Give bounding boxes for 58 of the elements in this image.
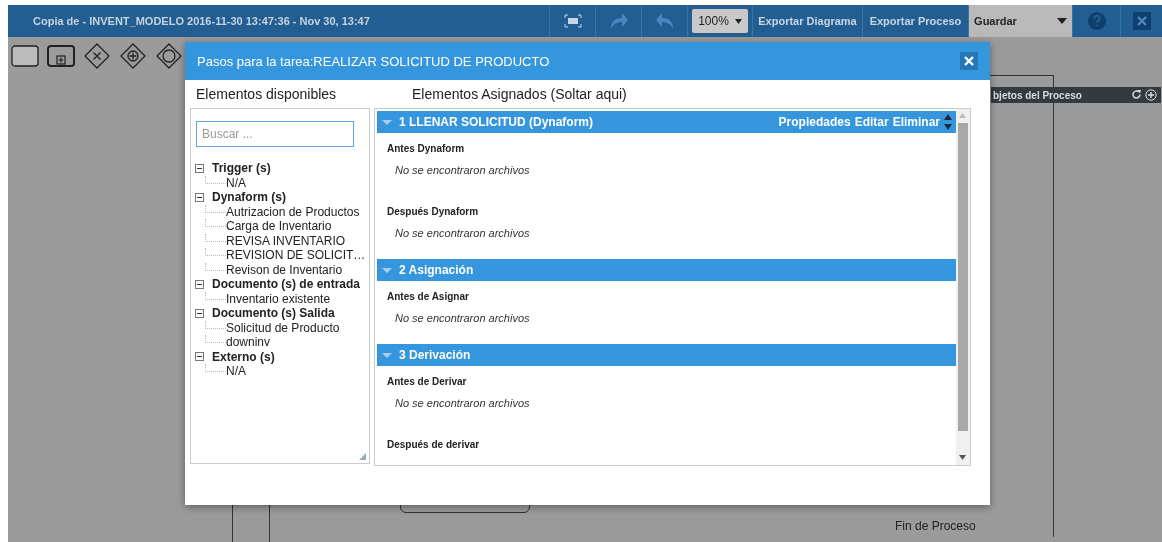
- scroll-down-icon[interactable]: [959, 455, 966, 460]
- section-label: Después de derivar: [387, 439, 480, 450]
- empty-message: No se encontraron archivos: [395, 164, 530, 176]
- tree-item[interactable]: N/A: [226, 364, 246, 379]
- save-button[interactable]: Guardar: [968, 5, 1072, 37]
- undo-icon: [654, 12, 675, 30]
- collapse-icon[interactable]: [195, 352, 204, 362]
- tree-group[interactable]: Trigger (s): [212, 161, 271, 176]
- inclusive-gateway-icon[interactable]: [155, 42, 183, 70]
- collapse-icon[interactable]: [195, 279, 204, 289]
- empty-message: No se encontraron archivos: [395, 312, 530, 324]
- section-label: Después Dynaform: [387, 206, 479, 217]
- scrollbar[interactable]: [956, 109, 970, 465]
- fit-screen-icon: [563, 14, 582, 28]
- collapse-icon[interactable]: [195, 163, 204, 173]
- refresh-icon[interactable]: [1131, 89, 1142, 100]
- empty-message: No se encontraron archivos: [395, 397, 530, 409]
- column-heading: Elementos Asignados (Soltar aqui): [411, 86, 628, 104]
- section-label: Antes Dynaform: [387, 143, 465, 154]
- dialog-title: Pasos para la tarea:REALIZAR SOLICITUD DE PRODUCTO: [197, 53, 550, 69]
- tree-item[interactable]: Solicitud de Producto: [226, 320, 340, 335]
- tree-item[interactable]: Autrizacion de Productos: [226, 204, 360, 219]
- resize-grip-icon[interactable]: [359, 453, 366, 460]
- tree-item[interactable]: downinv: [226, 335, 271, 350]
- caret-icon: [734, 18, 742, 24]
- redo-icon: [608, 12, 629, 30]
- close-button[interactable]: [960, 52, 978, 70]
- section-label: Antes de Asignar: [387, 291, 469, 302]
- help-icon: [1086, 11, 1107, 31]
- exclusive-gateway-icon[interactable]: [83, 42, 111, 70]
- tree-item[interactable]: REVISA INVENTARIO: [226, 233, 346, 248]
- tree-item[interactable]: N/A: [226, 175, 246, 190]
- tree-item[interactable]: REVISION DE SOLICIT…: [226, 248, 366, 263]
- column-heading: Elementos disponibles: [195, 86, 338, 104]
- collapse-icon[interactable]: [195, 308, 204, 318]
- task-icon[interactable]: [11, 42, 39, 70]
- subprocess-icon[interactable]: [47, 42, 75, 70]
- caret-icon: [1056, 18, 1067, 24]
- close-icon: [1132, 12, 1151, 30]
- empty-message: No se encontraron archivos: [395, 227, 530, 239]
- close-icon: [963, 55, 975, 67]
- tree-group[interactable]: Externo (s): [212, 349, 275, 364]
- search-field[interactable]: Buscar ...: [196, 121, 354, 147]
- zoom-select[interactable]: 100%: [692, 9, 748, 33]
- tree-group[interactable]: Documento (s) Salida: [212, 306, 335, 321]
- diagram-title: Copia de - INVENT_MODELO 2016-11-30 13:47:36 - Nov 30, 13:47: [33, 15, 370, 27]
- tree-group[interactable]: Documento (s) de entrada: [212, 277, 361, 292]
- sort-icon[interactable]: [944, 113, 952, 131]
- tree-item[interactable]: Revison de Inventario: [226, 262, 343, 277]
- collapse-icon[interactable]: [195, 192, 204, 202]
- tree-group[interactable]: Dynaform (s): [212, 190, 286, 205]
- tree-item[interactable]: Inventario existente: [226, 291, 331, 306]
- tree-item[interactable]: Carga de Inventario: [226, 219, 332, 234]
- add-icon[interactable]: [1145, 89, 1157, 101]
- parallel-gateway-icon[interactable]: [119, 42, 147, 70]
- end-event-label: Fin de Proceso: [895, 519, 976, 533]
- panel-title: bjetos del Proceso: [993, 89, 1082, 101]
- section-label: Antes de Derivar: [387, 376, 467, 387]
